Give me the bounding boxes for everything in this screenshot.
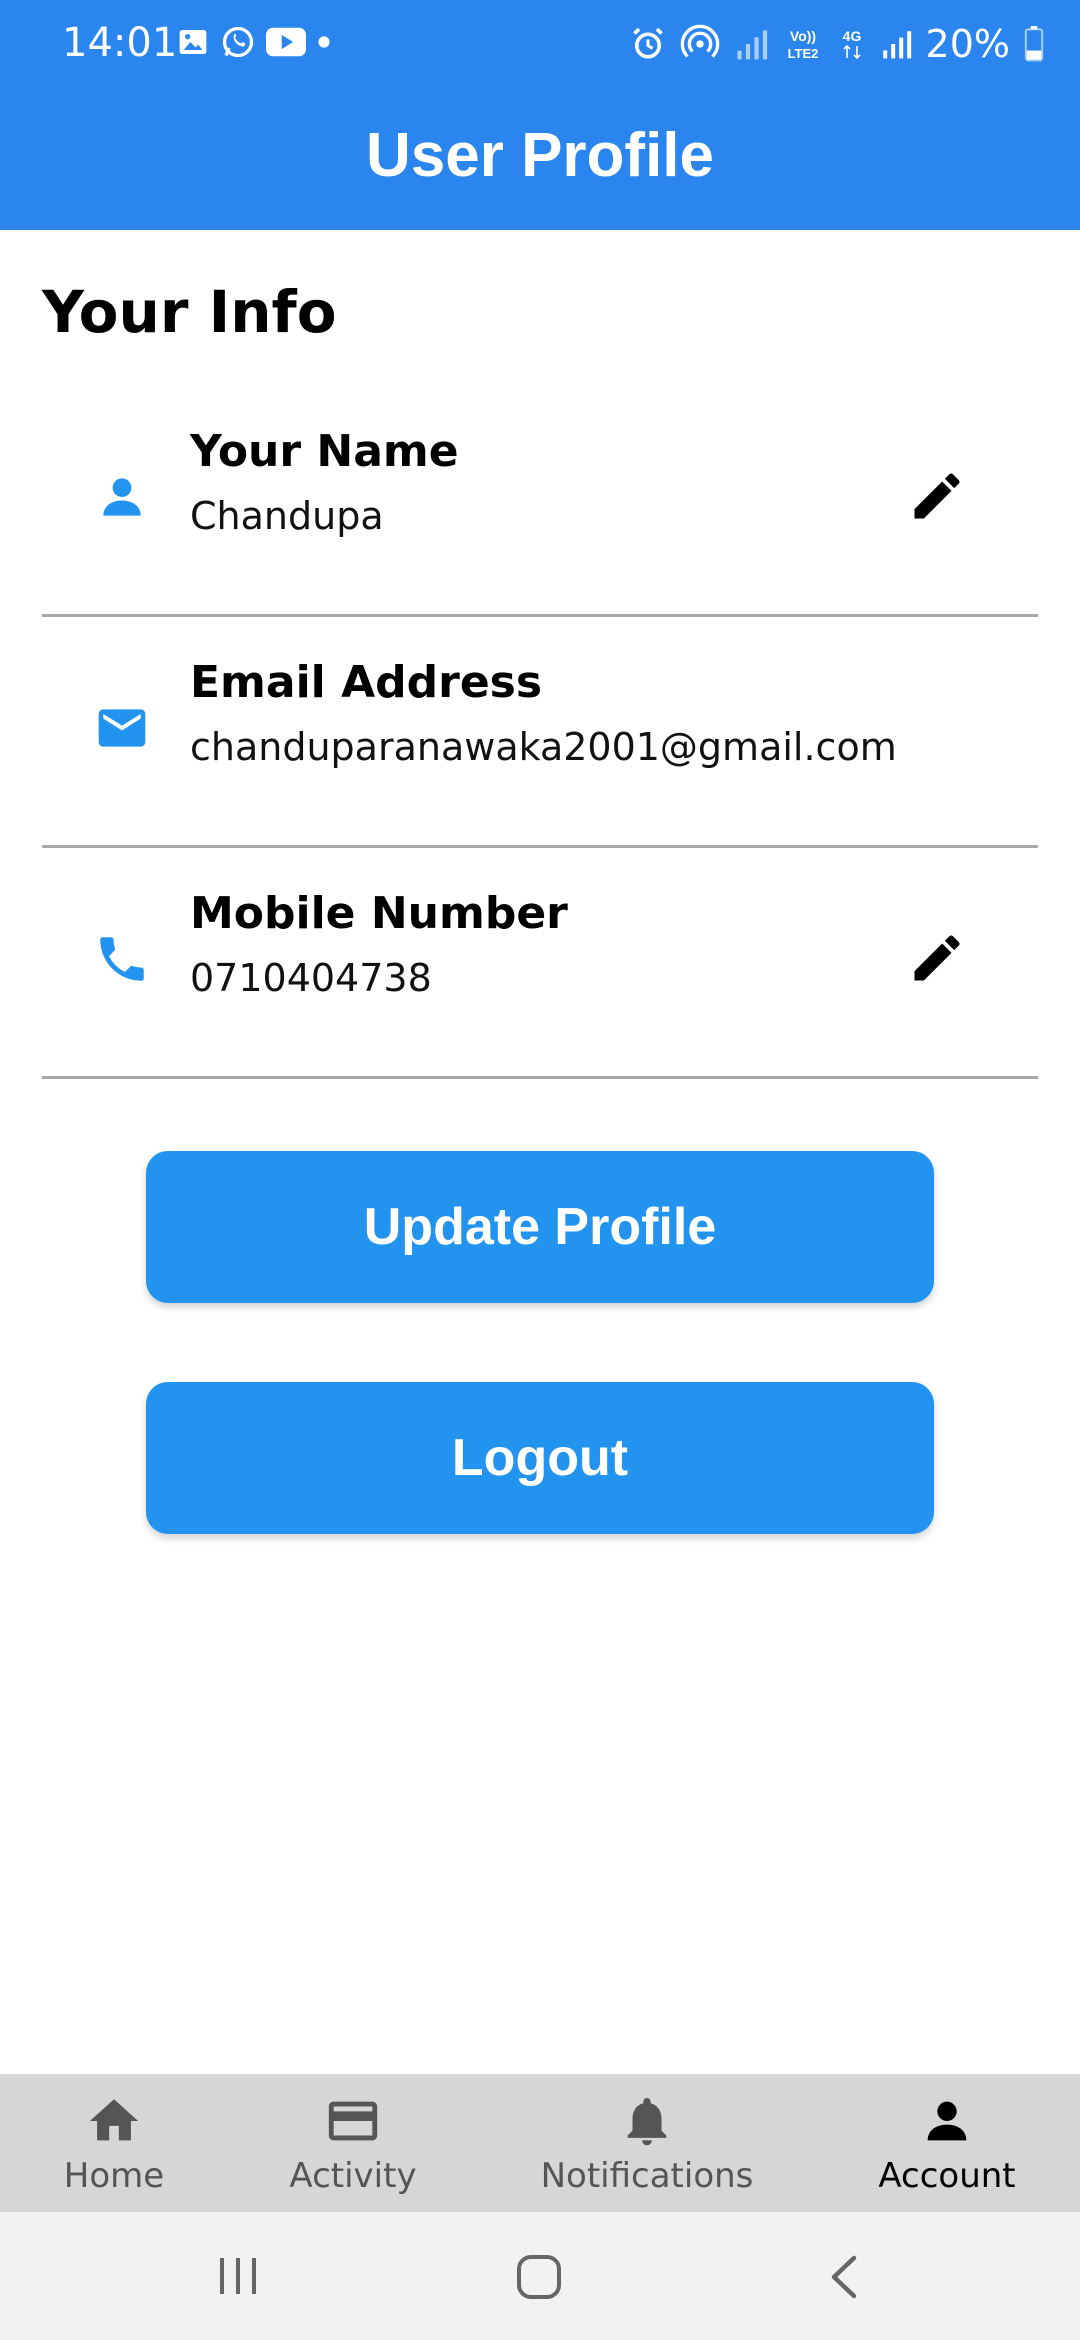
recent-apps-icon[interactable] (216, 2256, 260, 2296)
nav-home-label: Home (63, 2156, 165, 2196)
bottom-nav: Home Activity Notifications Account (0, 2074, 1080, 2212)
nav-activity[interactable]: Activity (268, 2092, 438, 2196)
bell-icon (627, 2098, 667, 2146)
mobile-value: 0710404738 (190, 956, 432, 1000)
status-bar: 14:01 Vo)) LTE2 4G 20% (0, 0, 1080, 88)
nav-notifications-label: Notifications (540, 2156, 754, 2196)
volte-icon: Vo)) LTE2 (787, 28, 818, 61)
edit-mobile-button[interactable] (900, 921, 974, 995)
nav-home[interactable]: Home (40, 2092, 188, 2196)
svg-text:Vo)): Vo)) (789, 28, 815, 44)
notification-icons (176, 24, 332, 60)
name-card: Your Name Chandupa (42, 384, 1038, 617)
page-title: User Profile (365, 121, 715, 190)
logout-button[interactable]: Logout (146, 1382, 934, 1534)
data-4g-icon: 4G (842, 28, 861, 60)
signal-icon-1 (736, 30, 767, 60)
update-profile-button[interactable]: Update Profile (146, 1151, 934, 1303)
pencil-icon (914, 473, 960, 519)
svg-text:LTE2: LTE2 (787, 46, 818, 61)
dot-icon (318, 36, 330, 48)
mobile-label: Mobile Number (190, 888, 568, 939)
svg-text:4G: 4G (842, 28, 861, 44)
home-icon (89, 2099, 139, 2141)
card-icon (328, 2101, 378, 2141)
app-bar: 14:01 Vo)) LTE2 4G 20% User Profile (0, 0, 1080, 230)
youtube-icon (266, 27, 306, 57)
email-value: chanduparanawaka2001@gmail.com (190, 725, 897, 769)
email-card: Email Address chanduparanawaka2001@gmail… (42, 615, 1038, 848)
nav-account-label: Account (878, 2156, 1016, 2196)
home-button-icon[interactable] (516, 2254, 562, 2300)
hotspot-icon (680, 24, 719, 58)
name-label: Your Name (190, 426, 459, 477)
status-time: 14:01 (62, 20, 178, 66)
phone-icon (87, 924, 157, 994)
section-title: Your Info (42, 278, 337, 346)
whatsapp-icon (222, 26, 254, 58)
nav-activity-label: Activity (289, 2156, 417, 2196)
nav-account[interactable]: Account (862, 2092, 1032, 2196)
back-icon[interactable] (826, 2254, 860, 2300)
name-value: Chandupa (190, 494, 384, 538)
alarm-icon (632, 27, 663, 59)
gallery-icon (179, 30, 207, 54)
mobile-card: Mobile Number 0710404738 (42, 846, 1038, 1079)
system-icons: Vo)) LTE2 4G 20% (630, 22, 1044, 66)
signal-icon-2 (882, 31, 911, 59)
battery-icon (1024, 26, 1044, 62)
battery-percent: 20% (925, 22, 1010, 66)
email-icon (87, 693, 157, 763)
edit-name-button[interactable] (900, 459, 974, 533)
person-icon (87, 462, 157, 532)
system-nav-bar (0, 2212, 1080, 2340)
account-icon (927, 2101, 967, 2141)
nav-notifications[interactable]: Notifications (530, 2092, 764, 2196)
pencil-icon (914, 935, 960, 981)
email-label: Email Address (190, 657, 543, 708)
